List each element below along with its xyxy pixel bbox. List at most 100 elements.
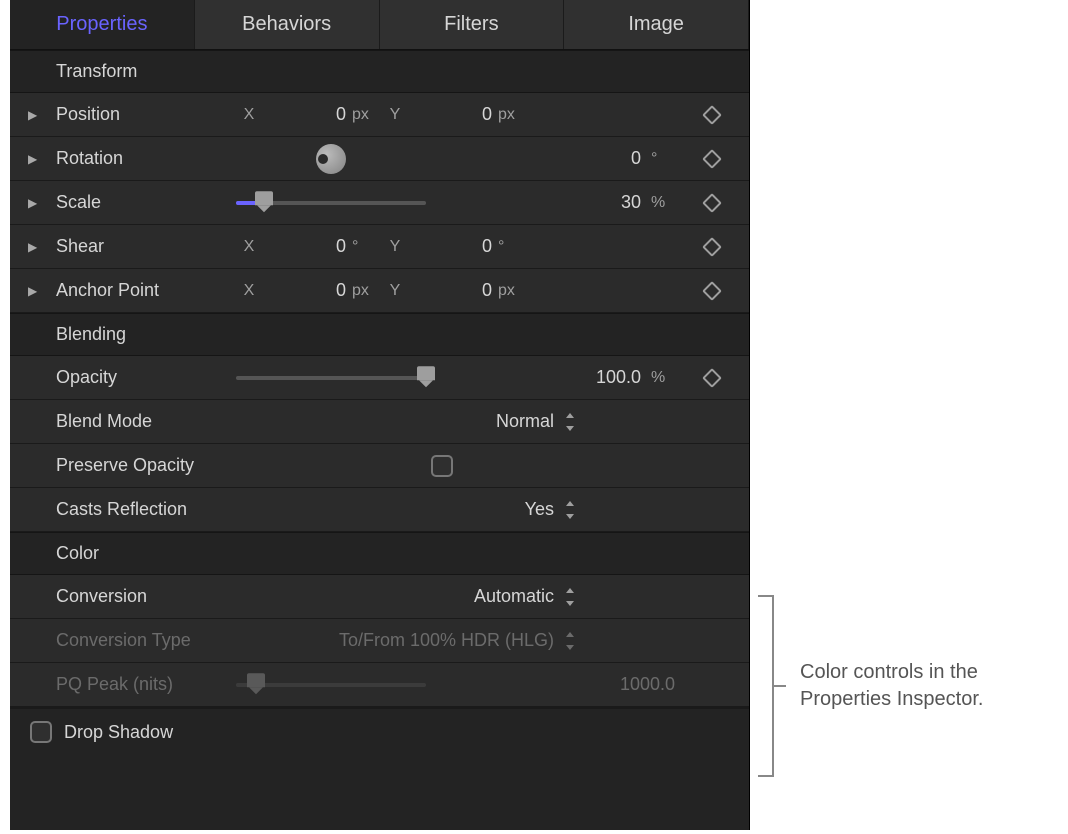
position-values: X 0 px Y 0 px — [236, 104, 687, 125]
keyframe-button[interactable] — [687, 108, 737, 122]
y-axis-label: Y — [382, 282, 408, 300]
anchor-point-label: Anchor Point — [56, 280, 236, 301]
slider-handle-icon[interactable] — [417, 366, 435, 384]
x-axis-label: X — [236, 282, 262, 300]
diamond-icon — [702, 193, 722, 213]
conversion-value[interactable]: Automatic — [474, 586, 554, 607]
keyframe-button[interactable] — [687, 152, 737, 166]
shear-y-value[interactable]: 0 — [408, 236, 498, 257]
disclosure-icon[interactable]: ▶ — [28, 108, 44, 122]
diamond-icon — [702, 105, 722, 125]
x-axis-label: X — [236, 106, 262, 124]
row-scale: ▶ Scale 30 % — [10, 181, 749, 225]
row-anchor-point: ▶ Anchor Point X 0 px Y 0 px — [10, 269, 749, 313]
updown-arrows-icon[interactable] — [564, 588, 576, 606]
row-opacity: Opacity 100.0 % — [10, 356, 749, 400]
rotation-label: Rotation — [56, 148, 236, 169]
row-conversion: Conversion Automatic — [10, 575, 749, 619]
preserve-opacity-label: Preserve Opacity — [56, 455, 236, 476]
scale-slider[interactable] — [236, 201, 426, 205]
x-axis-label: X — [236, 238, 262, 256]
row-pq-peak: PQ Peak (nits) 1000.0 — [10, 663, 749, 707]
preserve-opacity-checkbox[interactable] — [431, 455, 453, 477]
pq-peak-slider — [236, 683, 426, 687]
casts-reflection-value[interactable]: Yes — [525, 499, 554, 520]
blend-mode-value[interactable]: Normal — [496, 411, 554, 432]
inspector-tabs: Properties Behaviors Filters Image — [10, 0, 749, 50]
conversion-type-label: Conversion Type — [56, 630, 236, 651]
unit-deg: ° — [352, 238, 382, 256]
rotation-dial-wrap — [236, 144, 426, 174]
updown-arrows-icon[interactable] — [564, 413, 576, 431]
keyframe-button[interactable] — [687, 284, 737, 298]
slider-handle-icon — [247, 673, 265, 691]
conversion-type-value: To/From 100% HDR (HLG) — [339, 630, 554, 651]
position-label: Position — [56, 104, 236, 125]
keyframe-button[interactable] — [687, 240, 737, 254]
opacity-slider[interactable] — [236, 376, 426, 380]
unit-px: px — [352, 106, 382, 124]
row-casts-reflection: Casts Reflection Yes — [10, 488, 749, 532]
position-y-value[interactable]: 0 — [408, 104, 498, 125]
y-axis-label: Y — [382, 106, 408, 124]
row-blend-mode: Blend Mode Normal — [10, 400, 749, 444]
section-header-transform[interactable]: Transform — [10, 50, 749, 93]
opacity-value[interactable]: 100.0 — [577, 367, 647, 388]
diamond-icon — [702, 281, 722, 301]
row-rotation: ▶ Rotation 0 ° — [10, 137, 749, 181]
anchor-y-value[interactable]: 0 — [408, 280, 498, 301]
shear-label: Shear — [56, 236, 236, 257]
diamond-icon — [702, 237, 722, 257]
disclosure-icon[interactable]: ▶ — [28, 240, 44, 254]
inspector-content: Transform ▶ Position X 0 px Y 0 px ▶ Rot… — [10, 50, 749, 830]
rotation-dial[interactable] — [316, 144, 346, 174]
opacity-label: Opacity — [56, 367, 236, 388]
disclosure-icon[interactable]: ▶ — [28, 196, 44, 210]
bracket-icon — [750, 595, 774, 777]
y-axis-label: Y — [382, 238, 408, 256]
unit-deg: ° — [498, 238, 528, 256]
section-header-blending[interactable]: Blending — [10, 313, 749, 356]
diamond-icon — [702, 368, 722, 388]
annotation-text: Color controls in the Properties Inspect… — [800, 659, 1050, 713]
pq-peak-label: PQ Peak (nits) — [56, 674, 236, 695]
conversion-label: Conversion — [56, 586, 236, 607]
updown-arrows-icon — [564, 632, 576, 650]
tab-properties[interactable]: Properties — [10, 0, 195, 49]
disclosure-icon[interactable]: ▶ — [28, 152, 44, 166]
scale-value[interactable]: 30 — [577, 192, 647, 213]
row-conversion-type: Conversion Type To/From 100% HDR (HLG) — [10, 619, 749, 663]
properties-inspector-panel: Properties Behaviors Filters Image Trans… — [10, 0, 750, 830]
tab-behaviors[interactable]: Behaviors — [195, 0, 380, 49]
annotation-color-controls: Color controls in the Properties Inspect… — [750, 595, 1050, 777]
tab-image[interactable]: Image — [564, 0, 749, 49]
row-position: ▶ Position X 0 px Y 0 px — [10, 93, 749, 137]
pq-peak-value: 1000.0 — [581, 674, 681, 695]
unit-deg: ° — [651, 150, 681, 168]
unit-px: px — [352, 282, 382, 300]
blend-mode-label: Blend Mode — [56, 411, 236, 432]
drop-shadow-checkbox[interactable] — [30, 721, 52, 743]
scale-label: Scale — [56, 192, 236, 213]
disclosure-icon[interactable]: ▶ — [28, 284, 44, 298]
rotation-value[interactable]: 0 — [577, 148, 647, 169]
unit-pct: % — [651, 194, 681, 212]
unit-px: px — [498, 106, 528, 124]
diamond-icon — [702, 149, 722, 169]
slider-handle-icon[interactable] — [255, 191, 273, 209]
updown-arrows-icon[interactable] — [564, 501, 576, 519]
drop-shadow-label: Drop Shadow — [64, 722, 173, 743]
row-drop-shadow: Drop Shadow — [10, 707, 749, 755]
unit-pct: % — [651, 369, 681, 387]
section-header-color[interactable]: Color — [10, 532, 749, 575]
row-shear: ▶ Shear X 0 ° Y 0 ° — [10, 225, 749, 269]
casts-reflection-label: Casts Reflection — [56, 499, 236, 520]
shear-x-value[interactable]: 0 — [262, 236, 352, 257]
row-preserve-opacity: Preserve Opacity — [10, 444, 749, 488]
position-x-value[interactable]: 0 — [262, 104, 352, 125]
tab-filters[interactable]: Filters — [380, 0, 565, 49]
anchor-x-value[interactable]: 0 — [262, 280, 352, 301]
keyframe-button[interactable] — [687, 371, 737, 385]
unit-px: px — [498, 282, 528, 300]
keyframe-button[interactable] — [687, 196, 737, 210]
